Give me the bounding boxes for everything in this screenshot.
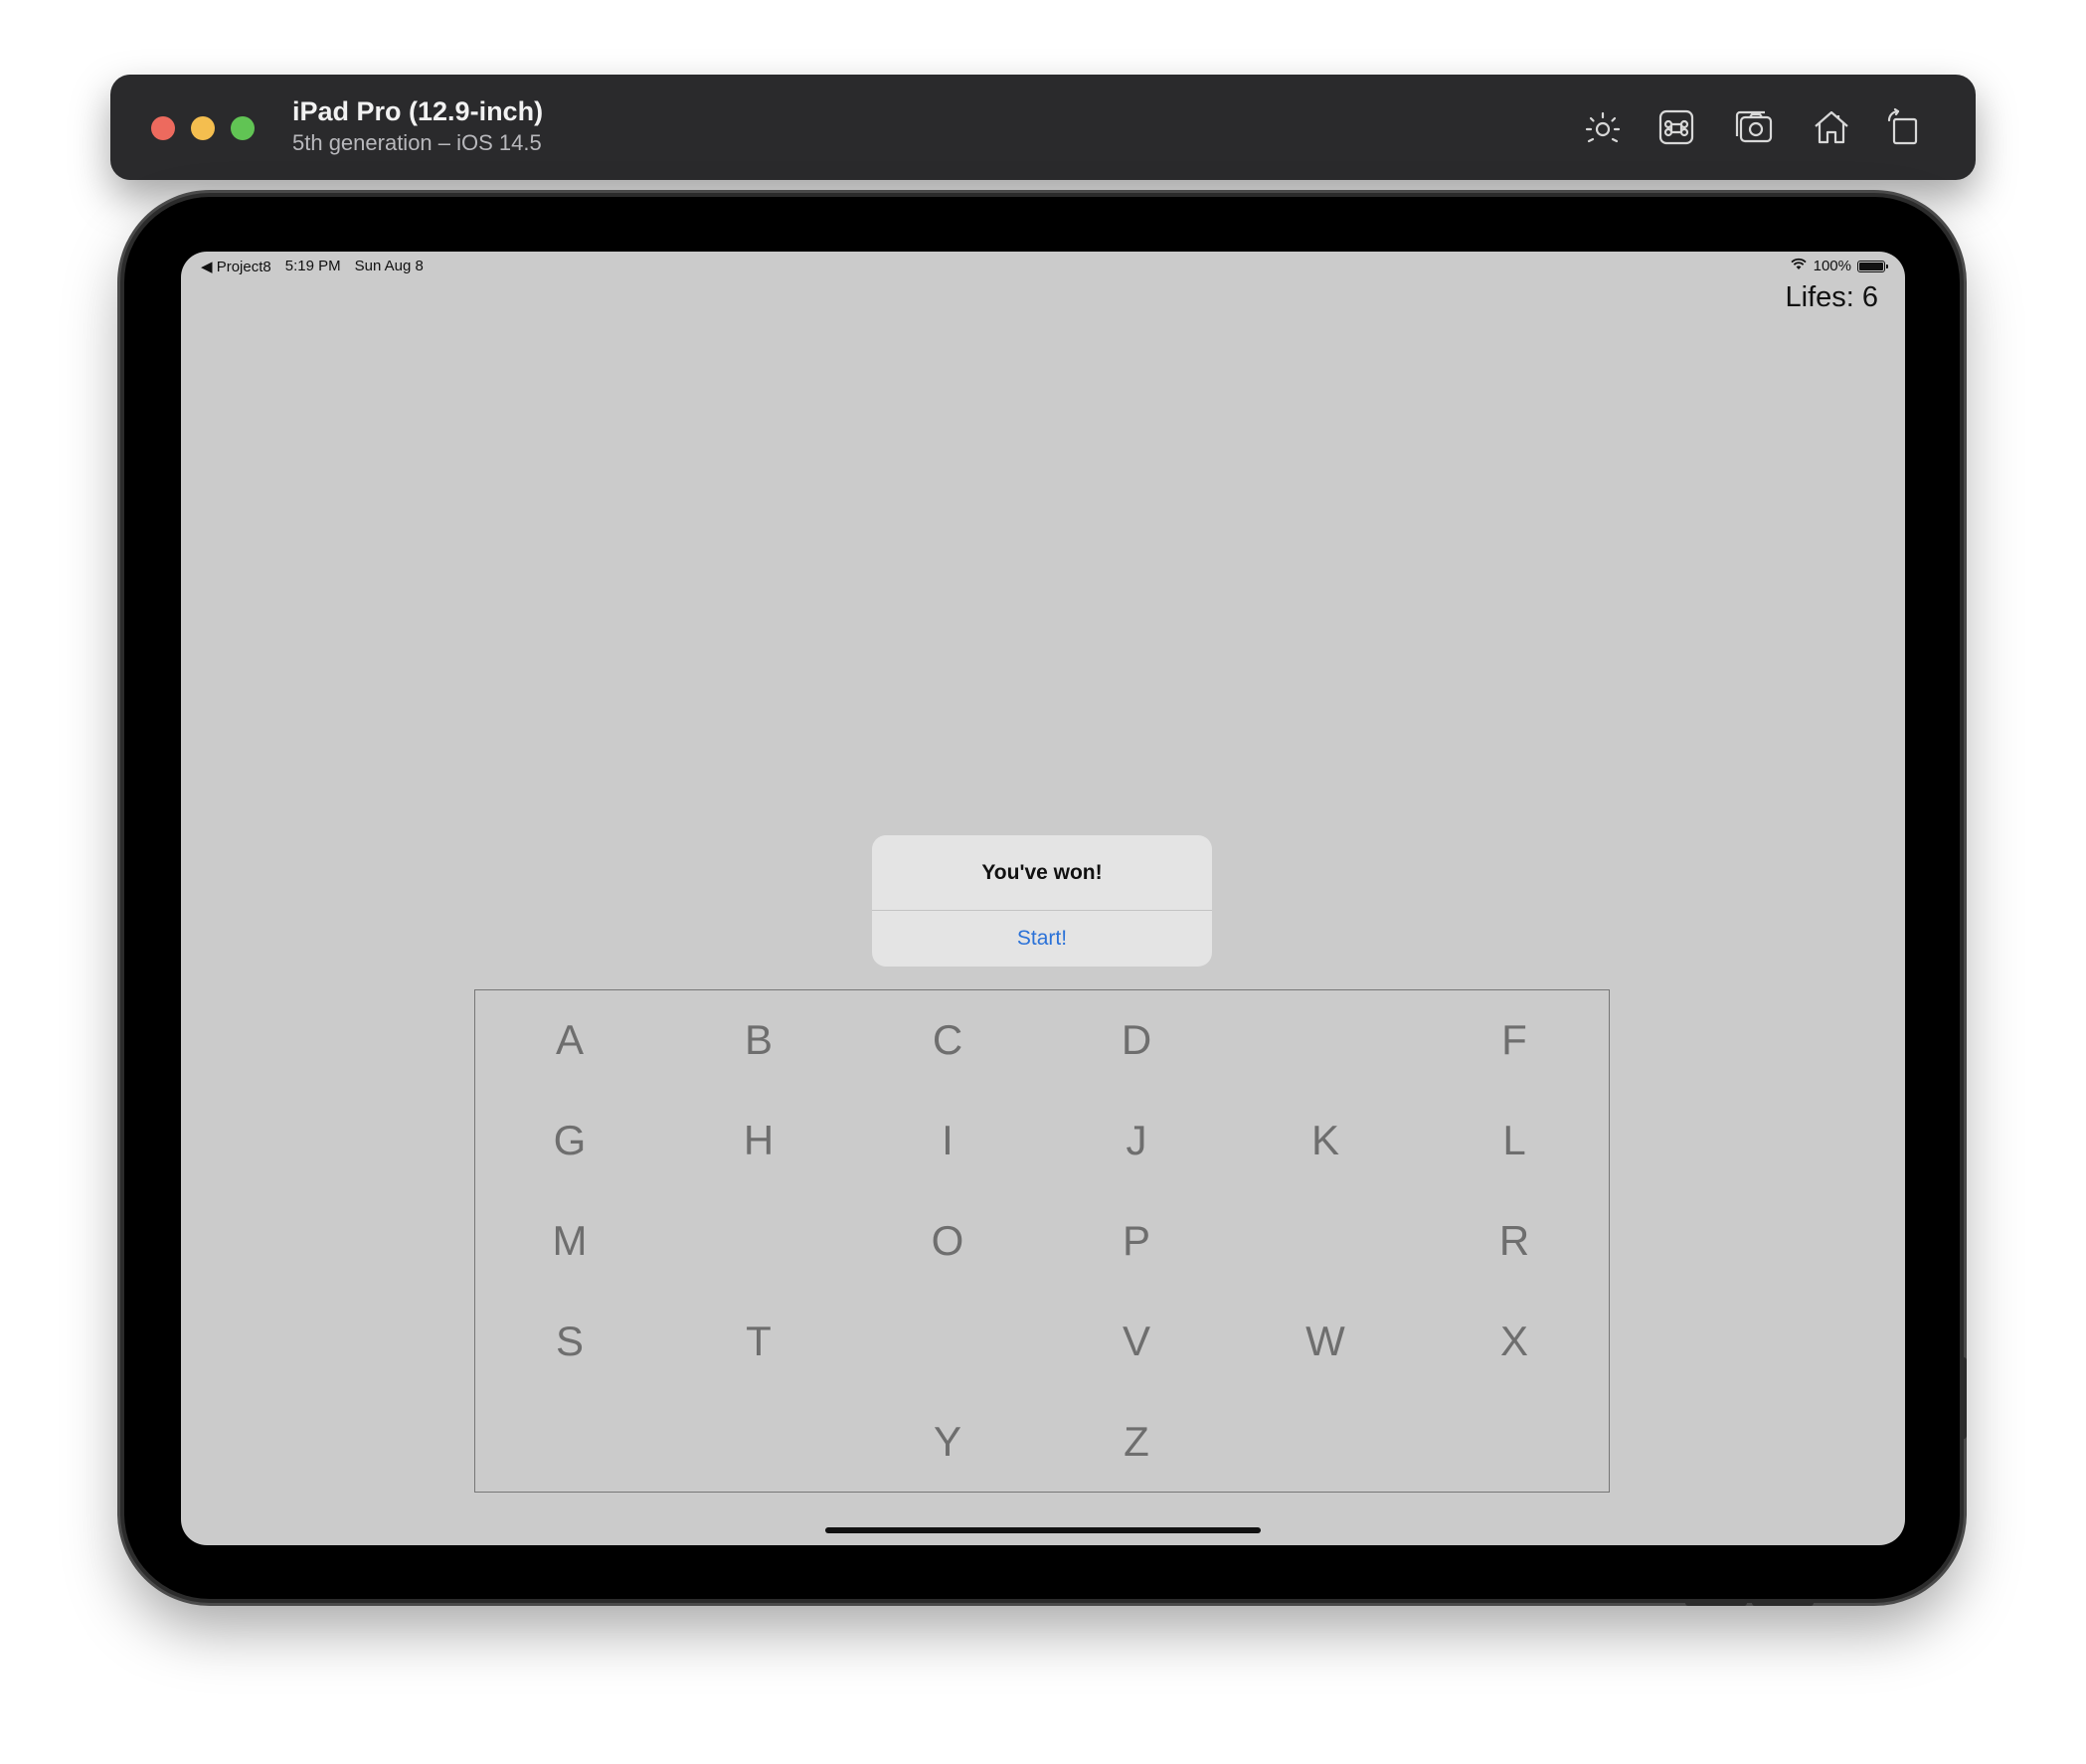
battery-icon bbox=[1857, 260, 1888, 272]
hidden-letter-slot bbox=[1231, 1391, 1420, 1492]
letter-button-g[interactable]: G bbox=[475, 1091, 664, 1191]
letter-button-l[interactable]: L bbox=[1420, 1091, 1609, 1191]
brightness-icon[interactable] bbox=[1580, 104, 1626, 150]
win-alert: You've won! Start! bbox=[872, 835, 1212, 967]
letter-button-k[interactable]: K bbox=[1231, 1091, 1420, 1191]
alert-title: You've won! bbox=[872, 835, 1212, 911]
letter-buttons-grid: ABCD F GHIJKL M OP R ST VWX YZ bbox=[474, 989, 1610, 1493]
ipad-volume-button[interactable] bbox=[1752, 1599, 1814, 1606]
hidden-letter-slot bbox=[664, 1191, 853, 1292]
hidden-letter-slot bbox=[853, 1291, 1042, 1391]
hidden-letter-slot bbox=[664, 1391, 853, 1492]
home-indicator[interactable] bbox=[825, 1527, 1261, 1533]
letter-button-d[interactable]: D bbox=[1042, 990, 1231, 1091]
status-date: Sun Aug 8 bbox=[354, 258, 424, 274]
letter-button-m[interactable]: M bbox=[475, 1191, 664, 1292]
letter-button-j[interactable]: J bbox=[1042, 1091, 1231, 1191]
hidden-letter-slot bbox=[475, 1391, 664, 1492]
letter-button-h[interactable]: H bbox=[664, 1091, 853, 1191]
letter-button-t[interactable]: T bbox=[664, 1291, 853, 1391]
letter-button-z[interactable]: Z bbox=[1042, 1391, 1231, 1492]
ipad-volume-button[interactable] bbox=[1685, 1599, 1747, 1606]
window-title: iPad Pro (12.9-inch) bbox=[292, 96, 544, 126]
lifes-label: Lifes: 6 bbox=[1785, 281, 1879, 313]
letter-button-x[interactable]: X bbox=[1420, 1291, 1609, 1391]
battery-percent: 100% bbox=[1813, 258, 1851, 274]
home-icon[interactable] bbox=[1809, 104, 1854, 150]
letter-button-i[interactable]: I bbox=[853, 1091, 1042, 1191]
status-bar-right: 100% bbox=[1790, 258, 1888, 274]
letter-button-r[interactable]: R bbox=[1420, 1191, 1609, 1292]
rotate-icon[interactable] bbox=[1880, 104, 1926, 150]
command-key-icon[interactable] bbox=[1653, 104, 1699, 150]
letter-button-v[interactable]: V bbox=[1042, 1291, 1231, 1391]
letter-button-c[interactable]: C bbox=[853, 990, 1042, 1091]
ipad-side-button[interactable] bbox=[1960, 1357, 1967, 1439]
letter-button-p[interactable]: P bbox=[1042, 1191, 1231, 1292]
ipad-screen: ◀ Project8 5:19 PM Sun Aug 8 100% Lifes:… bbox=[181, 252, 1905, 1545]
letter-button-y[interactable]: Y bbox=[853, 1391, 1042, 1492]
letter-button-f[interactable]: F bbox=[1420, 990, 1609, 1091]
hidden-letter-slot bbox=[1420, 1391, 1609, 1492]
back-to-app-link[interactable]: ◀ Project8 bbox=[201, 258, 271, 275]
letter-button-a[interactable]: A bbox=[475, 990, 664, 1091]
status-bar-left: ◀ Project8 5:19 PM Sun Aug 8 bbox=[201, 258, 424, 275]
status-time: 5:19 PM bbox=[284, 258, 341, 274]
letter-button-w[interactable]: W bbox=[1231, 1291, 1420, 1391]
wifi-icon bbox=[1790, 258, 1808, 274]
letter-button-s[interactable]: S bbox=[475, 1291, 664, 1391]
hidden-letter-slot bbox=[1231, 990, 1420, 1091]
start-button[interactable]: Start! bbox=[872, 911, 1212, 967]
close-window-button[interactable] bbox=[151, 116, 175, 140]
letter-button-o[interactable]: O bbox=[853, 1191, 1042, 1292]
screenshot-icon[interactable] bbox=[1731, 104, 1777, 150]
minimize-window-button[interactable] bbox=[191, 116, 215, 140]
simulator-titlebar: iPad Pro (12.9-inch) 5th generation – iO… bbox=[110, 75, 1976, 180]
hidden-letter-slot bbox=[1231, 1191, 1420, 1292]
window-subtitle: 5th generation – iOS 14.5 bbox=[292, 130, 542, 155]
letter-button-b[interactable]: B bbox=[664, 990, 853, 1091]
zoom-window-button[interactable] bbox=[231, 116, 255, 140]
